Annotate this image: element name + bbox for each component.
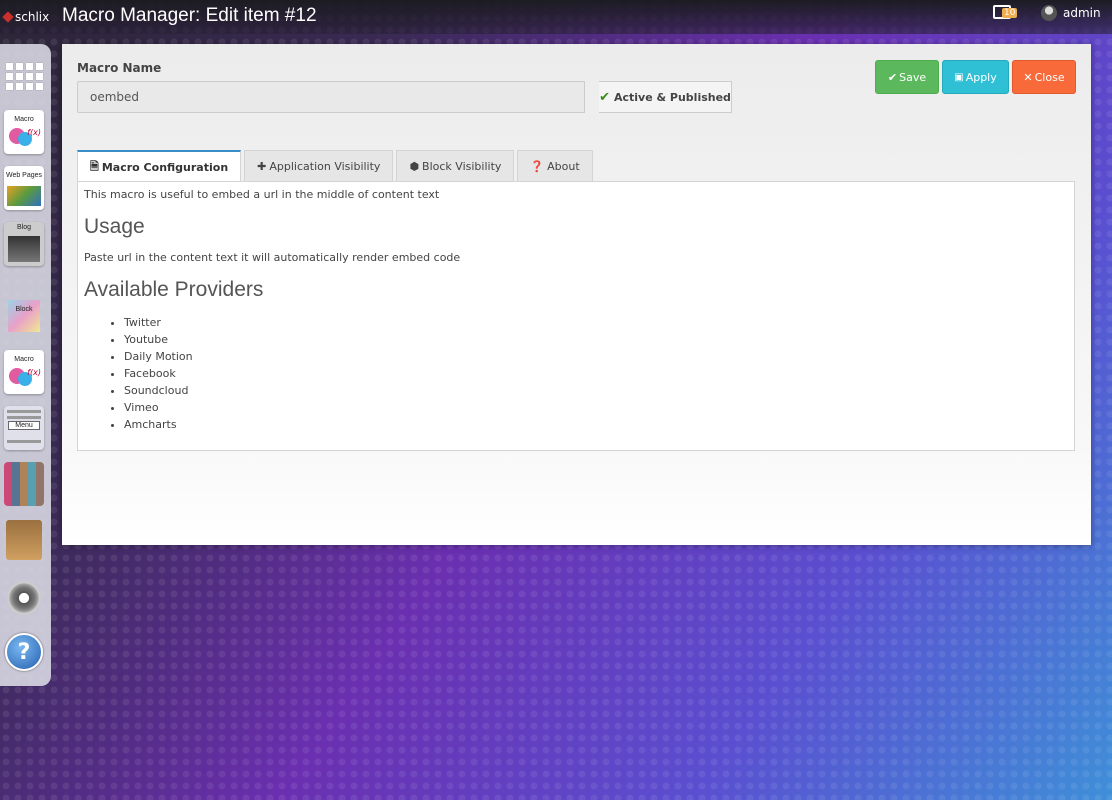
dock-all-apps[interactable] — [4, 54, 44, 98]
tab-label: Block Visibility — [422, 159, 502, 173]
list-item: Vimeo — [124, 399, 1068, 416]
usage-text: Paste url in the content text it will au… — [84, 251, 461, 264]
check-icon: ✔ — [887, 70, 898, 84]
tab-content-macro-configuration: This macro is useful to embed a url in t… — [77, 181, 1075, 451]
toolbox-icon — [6, 520, 42, 560]
blog-icon: Blog — [4, 222, 44, 266]
apply-button[interactable]: ▣ Apply — [942, 60, 1009, 94]
status-label: Active & Published — [613, 90, 731, 104]
app-dock: Macro f(x) Web Pages Blog Block Macro f(… — [0, 44, 51, 686]
edit-panel: Macro Name ✔ Active & Published ✔ Save ▣… — [62, 44, 1091, 545]
close-button[interactable]: ✕ Close — [1012, 60, 1076, 94]
tab-application-visibility[interactable]: ✚ Application Visibility — [244, 150, 394, 181]
dock-macro[interactable]: Macro f(x) — [4, 110, 44, 154]
dock-users[interactable] — [4, 462, 44, 506]
question-icon: ❓ — [530, 159, 545, 173]
tab-about[interactable]: ❓ About — [517, 150, 593, 181]
usage-heading: Usage — [84, 215, 145, 238]
tab-bar: 🗎 Macro Configuration ✚ Application Visi… — [77, 150, 593, 182]
intro-text: This macro is useful to embed a url in t… — [84, 188, 440, 201]
dock-block[interactable]: Block — [4, 292, 44, 336]
web-pages-icon: Web Pages — [4, 166, 44, 210]
dock-web-pages[interactable]: Web Pages — [4, 166, 44, 210]
apply-label: Apply — [965, 70, 997, 84]
cube-icon: ⬢ — [409, 159, 420, 173]
tab-block-visibility[interactable]: ⬢ Block Visibility — [396, 150, 515, 181]
dock-help[interactable]: ? — [4, 630, 44, 674]
tab-label: About — [547, 159, 580, 173]
list-item: Soundcloud — [124, 382, 1068, 399]
dock-tools[interactable] — [4, 518, 44, 562]
macro-icon: Macro f(x) — [4, 110, 44, 154]
notifications-button[interactable]: 10 — [993, 5, 1018, 23]
save-label: Save — [899, 70, 927, 84]
brand-logo[interactable]: schlix — [2, 10, 50, 24]
list-item: Twitter — [124, 314, 1068, 331]
schlix-logo-icon — [2, 11, 14, 23]
list-item: Youtube — [124, 331, 1068, 348]
dock-macro-manager[interactable]: Macro f(x) — [4, 350, 44, 394]
user-avatar — [1041, 5, 1057, 21]
tab-label: Macro Configuration — [101, 160, 229, 174]
dock-settings[interactable] — [4, 576, 44, 620]
document-icon: 🗎 — [90, 159, 99, 173]
providers-heading: Available Providers — [84, 278, 264, 301]
providers-list: Twitter Youtube Daily Motion Facebook So… — [84, 314, 1068, 433]
close-label: Close — [1034, 70, 1065, 84]
dock-blog[interactable]: Blog — [4, 222, 44, 266]
macro-name-input[interactable] — [77, 81, 585, 113]
grid-icon — [5, 62, 43, 90]
list-item: Facebook — [124, 365, 1068, 382]
macro-name-label: Macro Name — [77, 61, 162, 75]
notification-count-badge: 10 — [1002, 8, 1018, 18]
top-bar: schlix Macro Manager: Edit item #12 10 a… — [0, 0, 1112, 34]
status-toggle[interactable]: ✔ Active & Published — [599, 81, 732, 113]
check-icon: ✔ — [599, 89, 610, 105]
dock-menu[interactable]: Menu — [4, 406, 44, 450]
menu-icon: Menu — [4, 406, 44, 450]
puzzle-icon: ✚ — [257, 159, 267, 173]
tab-label: Application Visibility — [269, 159, 381, 173]
macro-icon: Macro f(x) — [4, 350, 44, 394]
close-icon: ✕ — [1023, 70, 1033, 84]
block-icon: Block — [4, 292, 44, 336]
brand-name: schlix — [15, 10, 50, 24]
apply-icon: ▣ — [954, 71, 964, 83]
gear-icon — [7, 581, 41, 615]
tab-macro-configuration[interactable]: 🗎 Macro Configuration — [77, 150, 242, 182]
user-menu[interactable]: admin — [1041, 5, 1101, 21]
list-item: Daily Motion — [124, 348, 1068, 365]
list-item: Amcharts — [124, 416, 1068, 433]
page-title: Macro Manager: Edit item #12 — [62, 5, 317, 26]
save-button[interactable]: ✔ Save — [875, 60, 939, 94]
username: admin — [1063, 6, 1101, 20]
users-icon — [4, 462, 44, 506]
help-icon: ? — [5, 633, 43, 671]
